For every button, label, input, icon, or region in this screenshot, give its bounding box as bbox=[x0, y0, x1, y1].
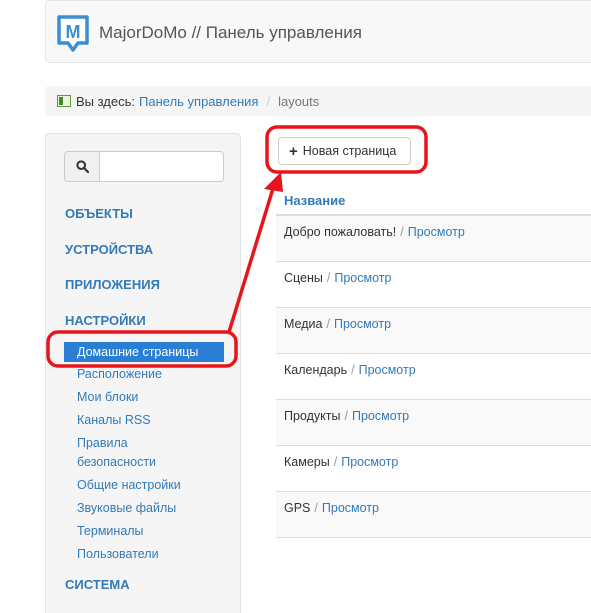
view-link[interactable]: Просмотр bbox=[408, 225, 465, 239]
sidebar-item-sound-files[interactable]: Звуковые файлы bbox=[77, 499, 176, 517]
page-name: Медиа bbox=[284, 317, 323, 331]
sidebar-item-general-settings[interactable]: Общие настройки bbox=[77, 476, 181, 494]
separator: / bbox=[326, 317, 330, 331]
navbar: M MajorDoMo // Панель управления bbox=[45, 0, 591, 63]
sidebar-item-security-rules-line2[interactable]: безопасности bbox=[77, 453, 156, 471]
view-link[interactable]: Просмотр bbox=[334, 271, 391, 285]
sidebar-category-settings[interactable]: НАСТРОЙКИ bbox=[65, 313, 146, 328]
app-title: MajorDoMo // Панель управления bbox=[99, 23, 362, 42]
search-box bbox=[64, 151, 224, 182]
table-row: Добро пожаловать! / Просмотр bbox=[276, 216, 591, 262]
sidebar-item-terminals[interactable]: Терминалы bbox=[77, 522, 144, 540]
pages-table: Название Добро пожаловать! / Просмотр Сцены… bbox=[276, 183, 591, 538]
sidebar-item-security-rules[interactable]: Правила bbox=[77, 434, 128, 452]
sidebar-category-system[interactable]: СИСТЕМА bbox=[65, 577, 130, 592]
breadcrumb-prefix: Вы здесь: bbox=[76, 93, 136, 109]
separator: / bbox=[400, 225, 404, 239]
table-row: GPS / Просмотр bbox=[276, 492, 591, 538]
new-page-label: Новая страница bbox=[302, 144, 397, 158]
search-icon bbox=[75, 160, 89, 173]
view-link[interactable]: Просмотр bbox=[334, 317, 391, 331]
majordomo-logo-icon: M bbox=[57, 15, 89, 52]
separator: / bbox=[351, 363, 355, 377]
view-link[interactable]: Просмотр bbox=[359, 363, 416, 377]
sidebar-item-users[interactable]: Пользователи bbox=[77, 545, 159, 563]
view-link[interactable]: Просмотр bbox=[322, 501, 379, 515]
sidebar-category-devices[interactable]: УСТРОЙСТВА bbox=[65, 242, 153, 257]
sidebar-item-home-pages[interactable]: Домашние страницы bbox=[64, 342, 224, 362]
page-name: Сцены bbox=[284, 271, 323, 285]
table-row: Календарь / Просмотр bbox=[276, 354, 591, 400]
breadcrumb-current: layouts bbox=[278, 93, 320, 109]
separator: / bbox=[314, 501, 318, 515]
table-row: Продукты / Просмотр bbox=[276, 400, 591, 446]
table-row: Медиа / Просмотр bbox=[276, 308, 591, 354]
search-input[interactable] bbox=[99, 151, 224, 182]
page-name: Камеры bbox=[284, 455, 330, 469]
new-page-button[interactable]: + Новая страница bbox=[278, 137, 411, 165]
separator: / bbox=[344, 409, 348, 423]
sidebar: ОБЪЕКТЫ УСТРОЙСТВА ПРИЛОЖЕНИЯ НАСТРОЙКИ … bbox=[45, 133, 241, 613]
sidebar-category-apps[interactable]: ПРИЛОЖЕНИЯ bbox=[65, 277, 160, 292]
separator: / bbox=[333, 455, 338, 469]
monitor-icon bbox=[57, 95, 71, 107]
table-header-name[interactable]: Название bbox=[276, 183, 591, 216]
sidebar-item-my-blocks[interactable]: Мои блоки bbox=[77, 388, 138, 406]
page-name: Добро пожаловать! bbox=[284, 225, 397, 239]
sidebar-category-objects[interactable]: ОБЪЕКТЫ bbox=[65, 206, 133, 221]
table-row: Камеры / Просмотр bbox=[276, 446, 591, 492]
page-name: Продукты bbox=[284, 409, 341, 423]
separator: / bbox=[326, 271, 331, 285]
page-name: Календарь bbox=[284, 363, 348, 377]
svg-text:M: M bbox=[66, 22, 81, 42]
table-row: Сцены / Просмотр bbox=[276, 262, 591, 308]
breadcrumb-link-control-panel[interactable]: Панель управления bbox=[139, 94, 258, 109]
breadcrumb: Вы здесь: Панель управления / layouts bbox=[45, 86, 591, 116]
plus-icon: + bbox=[289, 142, 298, 160]
brand[interactable]: M MajorDoMo // Панель управления bbox=[56, 14, 362, 52]
sidebar-item-layout[interactable]: Расположение bbox=[77, 365, 162, 383]
sidebar-item-rss[interactable]: Каналы RSS bbox=[77, 411, 151, 429]
view-link[interactable]: Просмотр bbox=[352, 409, 409, 423]
search-button[interactable] bbox=[64, 151, 99, 182]
breadcrumb-separator: / bbox=[266, 93, 271, 109]
page-name: GPS bbox=[284, 501, 311, 515]
view-link[interactable]: Просмотр bbox=[341, 455, 398, 469]
